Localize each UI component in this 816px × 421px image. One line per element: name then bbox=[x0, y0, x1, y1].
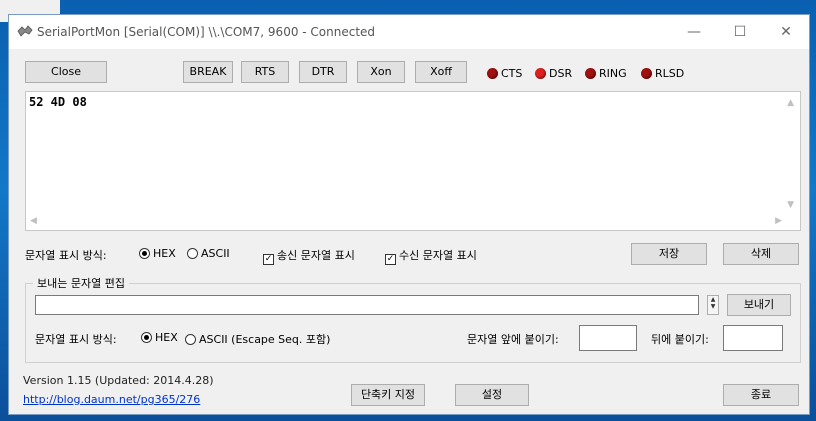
send-hex-radio[interactable]: HEX bbox=[141, 331, 178, 344]
spin-down-icon[interactable]: ▼ bbox=[708, 303, 718, 310]
xoff-button[interactable]: Xoff bbox=[415, 61, 467, 83]
led-icon bbox=[535, 68, 546, 79]
serial-port-mon-window: SerialPortMon [Serial(COM)] \\.\COM7, 96… bbox=[8, 14, 810, 415]
send-button[interactable]: 보내기 bbox=[727, 294, 791, 316]
scroll-up-icon[interactable]: ▲ bbox=[787, 98, 794, 108]
version-text: Version 1.15 (Updated: 2014.4.28) bbox=[23, 374, 214, 387]
send-spin-control[interactable]: ▲ ▼ bbox=[707, 295, 719, 315]
window-title: SerialPortMon [Serial(COM)] \\.\COM7, 96… bbox=[37, 25, 376, 39]
dtr-button[interactable]: DTR bbox=[299, 61, 347, 83]
close-port-button[interactable]: Close bbox=[25, 61, 107, 83]
close-window-button[interactable]: ✕ bbox=[763, 15, 809, 49]
display-ascii-radio[interactable]: ASCII bbox=[187, 247, 230, 260]
radio-icon bbox=[141, 332, 152, 343]
scroll-right-icon[interactable]: ▶ bbox=[775, 216, 782, 226]
dsr-indicator: DSR bbox=[535, 67, 572, 81]
led-icon bbox=[641, 68, 652, 79]
send-group-title: 보내는 문자열 편집 bbox=[33, 275, 129, 291]
app-icon bbox=[17, 25, 33, 37]
send-format-label: 문자열 표시 방식: bbox=[35, 333, 117, 346]
display-hex-radio[interactable]: HEX bbox=[139, 247, 176, 260]
scroll-left-icon[interactable]: ◀ bbox=[30, 216, 37, 226]
led-icon bbox=[487, 68, 498, 79]
radio-icon bbox=[185, 334, 196, 345]
title-bar[interactable]: SerialPortMon [Serial(COM)] \\.\COM7, 96… bbox=[9, 15, 809, 49]
show-sent-checkbox[interactable]: ✓ 송신 문자열 표시 bbox=[263, 247, 355, 265]
prefix-input[interactable] bbox=[579, 325, 637, 351]
receive-textarea[interactable]: 52 4D 08 ▲ ▼ ◀ ▶ bbox=[25, 91, 801, 231]
show-received-checkbox[interactable]: ✓ 수신 문자열 표시 bbox=[385, 247, 477, 265]
radio-icon bbox=[139, 248, 150, 259]
send-input[interactable] bbox=[35, 295, 699, 315]
send-ascii-radio[interactable]: ASCII (Escape Seq. 포함) bbox=[185, 331, 330, 347]
maximize-button[interactable]: ☐ bbox=[717, 15, 763, 49]
cts-indicator: CTS bbox=[487, 67, 522, 81]
radio-icon bbox=[187, 248, 198, 259]
save-button[interactable]: 저장 bbox=[631, 243, 707, 265]
prefix-label: 문자열 앞에 붙이기: bbox=[467, 333, 559, 346]
checkbox-checked-icon: ✓ bbox=[385, 254, 396, 265]
shortcut-button[interactable]: 단축키 지정 bbox=[351, 384, 425, 406]
rlsd-indicator: RLSD bbox=[641, 67, 684, 81]
break-button[interactable]: BREAK bbox=[183, 61, 233, 83]
display-format-label: 문자열 표시 방식: bbox=[25, 249, 107, 262]
rts-button[interactable]: RTS bbox=[241, 61, 289, 83]
spin-up-icon[interactable]: ▲ bbox=[708, 296, 718, 303]
exit-button[interactable]: 종료 bbox=[723, 384, 799, 406]
received-data: 52 4D 08 bbox=[29, 95, 87, 109]
minimize-button[interactable]: — bbox=[671, 15, 717, 49]
scroll-down-icon[interactable]: ▼ bbox=[787, 200, 794, 210]
xon-button[interactable]: Xon bbox=[357, 61, 405, 83]
led-icon bbox=[585, 68, 596, 79]
blog-link[interactable]: http://blog.daum.net/pg365/276 bbox=[23, 393, 200, 406]
suffix-input[interactable] bbox=[723, 325, 783, 351]
checkbox-checked-icon: ✓ bbox=[263, 254, 274, 265]
suffix-label: 뒤에 붙이기: bbox=[651, 333, 709, 346]
delete-button[interactable]: 삭제 bbox=[723, 243, 799, 265]
ring-indicator: RING bbox=[585, 67, 627, 81]
settings-button[interactable]: 설정 bbox=[455, 384, 529, 406]
